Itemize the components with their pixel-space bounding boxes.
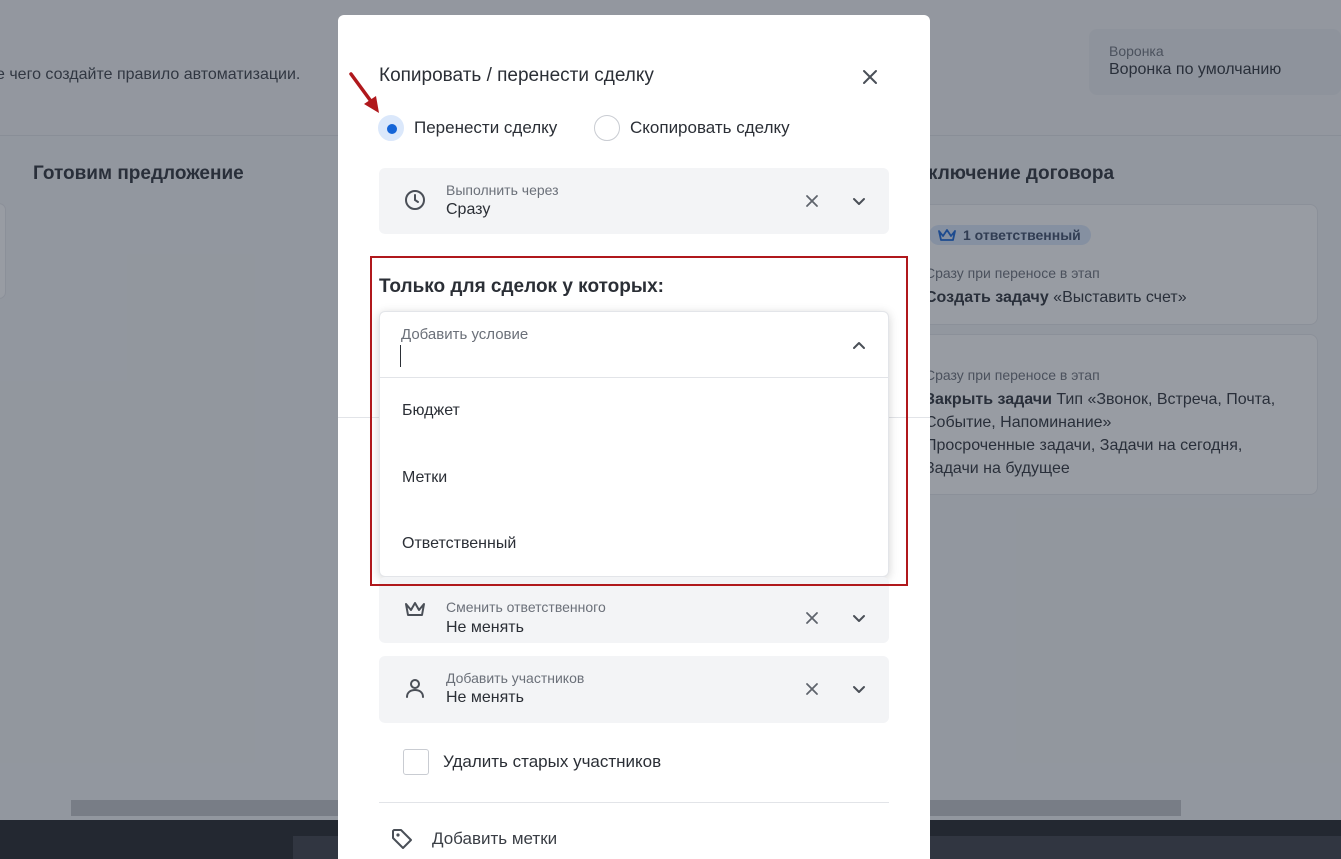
execute-delay-value: Сразу: [446, 201, 491, 218]
close-button[interactable]: [856, 63, 884, 91]
chevron-down-icon: [853, 685, 865, 693]
condition-option-responsible[interactable]: Ответственный: [380, 511, 888, 576]
close-icon: [806, 612, 818, 624]
conditions-title: Только для сделок у которых:: [379, 276, 664, 297]
remove-old-participants-label: Удалить старых участников: [443, 752, 662, 771]
radio-button[interactable]: [594, 115, 620, 141]
condition-dropdown-header[interactable]: Добавить условие: [380, 312, 888, 378]
add-tags-label: Добавить метки: [432, 829, 558, 848]
remove-old-participants-option[interactable]: Удалить старых участников: [403, 749, 661, 775]
change-responsible-select[interactable]: Сменить ответственного Не менять: [379, 577, 889, 643]
condition-dropdown-label: Добавить условие: [401, 326, 529, 343]
chevron-up-icon: [853, 341, 865, 349]
add-participants-value: Не менять: [446, 689, 524, 706]
modal-title: Копировать / перенести сделку: [379, 65, 654, 86]
change-responsible-value: Не менять: [446, 619, 524, 636]
chevron-down-icon: [853, 614, 865, 622]
clear-button[interactable]: [800, 677, 824, 701]
change-responsible-label: Сменить ответственного: [446, 599, 606, 615]
condition-option-budget[interactable]: Бюджет: [380, 378, 888, 445]
radio-label: Перенести сделку: [414, 118, 558, 137]
expand-button[interactable]: [847, 189, 871, 213]
add-participants-select[interactable]: Добавить участников Не менять: [379, 656, 889, 723]
clock-icon: [405, 190, 425, 210]
radio-label: Скопировать сделку: [630, 118, 790, 137]
user-icon: [406, 679, 424, 698]
clear-button[interactable]: [800, 606, 824, 630]
add-participants-label: Добавить участников: [446, 670, 585, 686]
close-icon: [806, 683, 818, 695]
condition-search-input[interactable]: [400, 345, 800, 367]
copy-move-deal-modal: Копировать / перенести сделку Перенести …: [338, 15, 930, 859]
section-divider: [379, 802, 889, 803]
condition-option-tags[interactable]: Метки: [380, 445, 888, 512]
add-tags-button[interactable]: Добавить метки: [390, 827, 557, 851]
radio-copy-deal[interactable]: Скопировать сделку: [594, 115, 790, 141]
remove-old-participants-checkbox[interactable]: [403, 749, 429, 775]
clear-button[interactable]: [800, 189, 824, 213]
tag-icon: [392, 829, 412, 849]
chevron-down-icon: [853, 197, 865, 205]
collapse-button[interactable]: [847, 333, 871, 357]
radio-button-selected[interactable]: [378, 115, 404, 141]
close-icon: [806, 195, 818, 207]
expand-button[interactable]: [847, 677, 871, 701]
crown-icon: [405, 602, 425, 616]
execute-delay-label: Выполнить через: [446, 182, 559, 198]
expand-button[interactable]: [847, 606, 871, 630]
close-icon: [863, 70, 877, 84]
radio-move-deal[interactable]: Перенести сделку: [378, 115, 557, 141]
condition-dropdown[interactable]: Добавить условие Бюджет Метки Ответствен…: [379, 311, 889, 577]
execute-delay-select[interactable]: Выполнить через Сразу: [379, 168, 889, 234]
